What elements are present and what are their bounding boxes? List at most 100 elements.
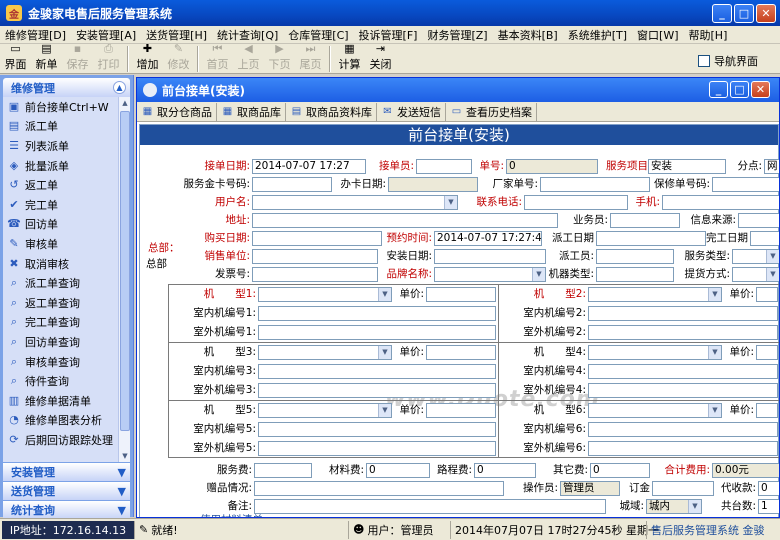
service-item-field[interactable]: 安装 bbox=[648, 159, 726, 174]
order-window-titlebar[interactable]: 前台接单(安装) _ □ ✕ bbox=[137, 78, 779, 102]
toolbar-button-7[interactable]: ◀ 上页 bbox=[233, 42, 264, 73]
subtab-button-2[interactable]: ▤ 取商品资料库 bbox=[286, 102, 377, 121]
order-no-field[interactable]: 0 bbox=[506, 159, 598, 174]
machine-type-field-4[interactable]: ▼ bbox=[588, 345, 722, 360]
card-no-field[interactable] bbox=[252, 177, 332, 192]
menu-item-7[interactable]: 基本资料[B] bbox=[493, 27, 563, 43]
sidebar-item-10[interactable]: ⌕ 返工单查询 bbox=[3, 293, 130, 313]
toolbar-button-4[interactable]: ✚ 增加 bbox=[132, 42, 163, 73]
menu-item-10[interactable]: 帮助[H] bbox=[684, 27, 733, 43]
subtab-button-3[interactable]: ✉ 发送短信 bbox=[377, 102, 446, 121]
sidebar-item-11[interactable]: ⌕ 完工单查询 bbox=[3, 313, 130, 333]
menu-item-2[interactable]: 送货管理[H] bbox=[141, 27, 212, 43]
sidebar-group-2[interactable]: 统计查询 ▼ bbox=[3, 500, 130, 519]
toolbar-button-2[interactable]: ▪ 保存 bbox=[62, 42, 93, 73]
sidebar-item-16[interactable]: ◔ 维修单图表分析 bbox=[3, 411, 130, 431]
price-field-1[interactable] bbox=[426, 287, 496, 302]
menu-item-6[interactable]: 财务管理[Z] bbox=[422, 27, 492, 43]
branch-field[interactable]: 网 bbox=[764, 159, 779, 174]
dropdown-arrow-icon[interactable]: ▼ bbox=[378, 288, 391, 301]
menu-item-0[interactable]: 维修管理[D] bbox=[0, 27, 71, 43]
child-close-button[interactable]: ✕ bbox=[751, 81, 770, 98]
sidebar-item-12[interactable]: ⌕ 回访单查询 bbox=[3, 332, 130, 352]
sidebar-item-8[interactable]: ✖ 取消审核 bbox=[3, 254, 130, 274]
sidebar-item-4[interactable]: ↺ 返工单 bbox=[3, 175, 130, 195]
pickup-field[interactable]: ▼ bbox=[732, 267, 779, 282]
toolbar-button-9[interactable]: ⏭ 尾页 bbox=[295, 42, 326, 73]
menu-item-8[interactable]: 系统维护[T] bbox=[563, 27, 632, 43]
price-field-4[interactable] bbox=[756, 345, 778, 360]
child-minimize-button[interactable]: _ bbox=[709, 81, 728, 98]
warranty-no-field[interactable] bbox=[712, 177, 779, 192]
sidebar-item-14[interactable]: ⌕ 待件查询 bbox=[3, 371, 130, 391]
toolbar-button-1[interactable]: ▤ 新单 bbox=[31, 42, 62, 73]
card-date-field[interactable] bbox=[388, 177, 478, 192]
toolbar-button-10[interactable]: ▦ 计算 bbox=[334, 42, 365, 73]
customer-field[interactable]: ▼ bbox=[252, 195, 458, 210]
worker-field[interactable] bbox=[596, 249, 674, 264]
done-date-field[interactable] bbox=[750, 231, 779, 246]
menu-item-4[interactable]: 仓库管理[C] bbox=[283, 27, 353, 43]
dropdown-arrow-icon[interactable]: ▼ bbox=[708, 288, 721, 301]
dropdown-arrow-icon[interactable]: ▼ bbox=[766, 250, 779, 263]
indoor-field-2[interactable] bbox=[588, 306, 778, 321]
sidebar-item-0[interactable]: ▣ 前台接单Ctrl+W bbox=[3, 97, 130, 117]
indoor-field-5[interactable] bbox=[258, 422, 496, 437]
sets-field[interactable]: 1 bbox=[758, 499, 779, 514]
remark-field[interactable] bbox=[254, 499, 606, 514]
deposit-field[interactable] bbox=[652, 481, 714, 496]
receiver-field[interactable] bbox=[416, 159, 472, 174]
install-date-field[interactable] bbox=[434, 249, 546, 264]
appoint-time-field[interactable]: 2014-07-07 17:27:44 bbox=[434, 231, 542, 246]
machine-type-field-6[interactable]: ▼ bbox=[588, 403, 722, 418]
model-type-field[interactable] bbox=[596, 267, 674, 282]
dropdown-arrow-icon[interactable]: ▼ bbox=[378, 346, 391, 359]
chevron-up-icon[interactable]: ▲ bbox=[113, 81, 126, 94]
chevron-down-icon[interactable]: ▼ bbox=[118, 485, 126, 498]
machine-type-field-3[interactable]: ▼ bbox=[258, 345, 392, 360]
fee-other-field[interactable]: 0 bbox=[590, 463, 650, 478]
indoor-field-3[interactable] bbox=[258, 364, 496, 379]
service-type-field[interactable]: ▼ bbox=[732, 249, 779, 264]
machine-type-field-1[interactable]: ▼ bbox=[258, 287, 392, 302]
child-maximize-button[interactable]: □ bbox=[730, 81, 749, 98]
indoor-field-1[interactable] bbox=[258, 306, 496, 321]
toolbar-button-8[interactable]: ▶ 下页 bbox=[264, 42, 295, 73]
cash-field[interactable]: 0 bbox=[758, 481, 779, 496]
info-source-field[interactable] bbox=[738, 213, 779, 228]
sales-unit-field[interactable] bbox=[252, 249, 378, 264]
toolbar-button-0[interactable]: ▭ 界面 bbox=[0, 42, 31, 73]
minimize-button[interactable]: _ bbox=[712, 4, 732, 23]
chevron-down-icon[interactable]: ▼ bbox=[118, 504, 126, 517]
app-titlebar[interactable]: 金 金骏家电售后服务管理系统 _ □ ✕ bbox=[0, 0, 780, 26]
fee-total-field[interactable]: 0.00元 bbox=[712, 463, 779, 478]
sidebar-item-5[interactable]: ✔ 完工单 bbox=[3, 195, 130, 215]
close-button[interactable]: ✕ bbox=[756, 4, 776, 23]
scroll-down-icon[interactable]: ▼ bbox=[120, 450, 130, 462]
dropdown-arrow-icon[interactable]: ▼ bbox=[708, 346, 721, 359]
sidebar-group-0[interactable]: 安装管理 ▼ bbox=[3, 462, 130, 481]
brand-field[interactable]: ▼ bbox=[434, 267, 546, 282]
nav-checkbox-box[interactable] bbox=[698, 55, 710, 67]
menu-item-9[interactable]: 窗口[W] bbox=[632, 27, 683, 43]
fee-service-field[interactable] bbox=[254, 463, 312, 478]
outdoor-field-6[interactable] bbox=[588, 441, 778, 456]
sidebar-scroll-thumb[interactable] bbox=[120, 111, 130, 431]
outdoor-field-5[interactable] bbox=[258, 441, 496, 456]
sidebar-item-1[interactable]: ▤ 派工单 bbox=[3, 117, 130, 137]
menu-item-1[interactable]: 安装管理[A] bbox=[71, 27, 141, 43]
invoice-no-field[interactable] bbox=[252, 267, 378, 282]
order-date-field[interactable]: 2014-07-07 17:27 bbox=[252, 159, 366, 174]
machine-type-field-2[interactable]: ▼ bbox=[588, 287, 722, 302]
menu-item-5[interactable]: 投诉管理[F] bbox=[354, 27, 423, 43]
city-field[interactable]: 城内 ▼ bbox=[646, 499, 702, 514]
chevron-down-icon[interactable]: ▼ bbox=[118, 466, 126, 479]
price-field-6[interactable] bbox=[756, 403, 778, 418]
subtab-button-0[interactable]: ▦ 取分仓商品 bbox=[137, 102, 217, 121]
gift-field[interactable] bbox=[254, 481, 504, 496]
outdoor-field-4[interactable] bbox=[588, 383, 778, 398]
dispatch-date-field[interactable] bbox=[596, 231, 706, 246]
sidebar-group-1[interactable]: 送货管理 ▼ bbox=[3, 481, 130, 500]
menu-item-3[interactable]: 统计查询[Q] bbox=[212, 27, 283, 43]
machine-type-field-5[interactable]: ▼ bbox=[258, 403, 392, 418]
